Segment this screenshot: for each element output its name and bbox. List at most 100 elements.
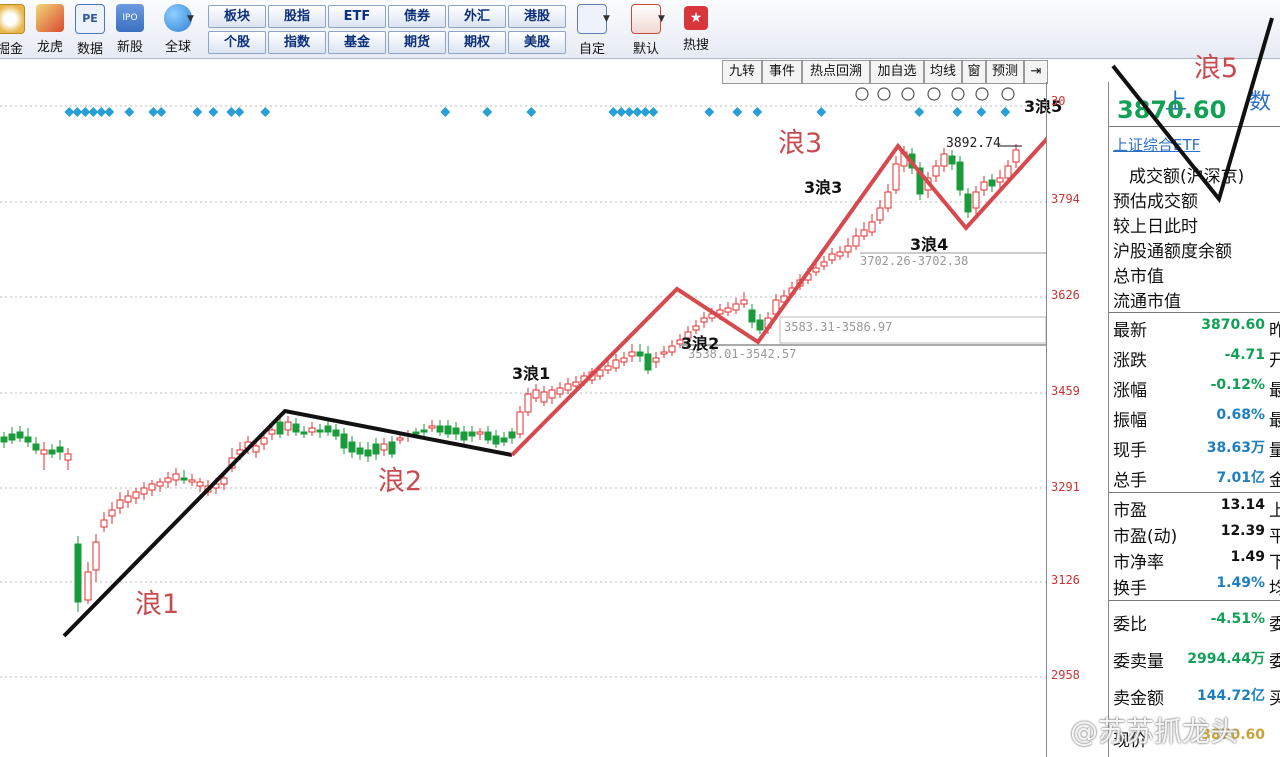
market-btn-options[interactable]: 期权 xyxy=(448,31,506,54)
candle-body xyxy=(444,425,452,435)
price-axis-label: 3291 xyxy=(1051,480,1080,494)
candle-body xyxy=(668,345,676,353)
signal-marker xyxy=(952,107,963,117)
candle-body xyxy=(148,483,156,491)
dragon-tiger-button[interactable]: 龙虎 xyxy=(30,3,70,55)
info-row: 预估成交额 xyxy=(1113,192,1198,212)
candle-body xyxy=(172,473,180,481)
signal-marker xyxy=(260,107,271,117)
candle-body xyxy=(996,177,1004,183)
price-axis-label: 3459 xyxy=(1051,384,1080,398)
tab-events[interactable]: 事件 xyxy=(762,60,802,84)
candle-body xyxy=(348,441,356,453)
globe-dropdown-icon[interactable]: ▼ xyxy=(187,14,194,24)
candle-body xyxy=(284,421,292,431)
market-btn-forex[interactable]: 外汇 xyxy=(448,5,506,28)
candle-body xyxy=(932,165,940,177)
chart-tool-icon xyxy=(877,87,891,101)
market-btn-bonds[interactable]: 债券 xyxy=(388,5,446,28)
candle-body xyxy=(836,251,844,257)
panel-title-right: 数 xyxy=(1249,90,1272,115)
tab-forecast[interactable]: 预测 xyxy=(986,60,1024,84)
default-dropdown-icon[interactable]: ▼ xyxy=(658,14,665,24)
signal-marker xyxy=(976,107,987,117)
candle-body xyxy=(460,431,468,441)
candle-body xyxy=(604,365,612,371)
zone-3 xyxy=(680,344,1046,346)
signal-marker xyxy=(648,107,659,117)
candle-body xyxy=(260,437,268,445)
candle-body xyxy=(24,436,32,443)
tab-nine-turns[interactable]: 九转 xyxy=(722,60,762,84)
globe-button[interactable]: 全球 xyxy=(156,3,200,55)
candle-body xyxy=(556,387,564,395)
candle-body xyxy=(700,317,708,323)
candle-body xyxy=(468,431,476,437)
market-btn-etf[interactable]: ETF xyxy=(328,5,386,28)
signal-marker xyxy=(816,107,827,117)
candle-body xyxy=(100,519,108,528)
quote-row: 现手38.63万量 xyxy=(1113,440,1280,461)
custom-button[interactable]: 自定 xyxy=(568,3,616,57)
hot-search-button[interactable]: ★ 热搜 xyxy=(674,3,718,55)
ipo-button[interactable]: IPO 新股 xyxy=(110,3,150,55)
tab-hotspot-review[interactable]: 热点回溯 xyxy=(802,60,870,84)
candle-body xyxy=(196,481,204,487)
chart-tool-icon xyxy=(855,87,869,101)
custom-dropdown-icon[interactable]: ▼ xyxy=(603,14,610,24)
market-btn-index-futures[interactable]: 股指 xyxy=(268,5,326,28)
tab-add-watchlist[interactable]: 加自选 xyxy=(870,60,924,84)
info-row: 总市值 xyxy=(1113,267,1164,287)
collapse-panel-icon[interactable]: ⇥ xyxy=(1024,60,1048,84)
candle-body xyxy=(812,267,820,273)
ipo-icon: IPO xyxy=(116,4,144,32)
wave-label-5: 浪5 xyxy=(1194,53,1239,84)
market-btn-indices[interactable]: 指数 xyxy=(268,31,326,54)
candle-body xyxy=(116,499,124,509)
market-btn-hk[interactable]: 港股 xyxy=(508,5,566,28)
market-btn-funds[interactable]: 基金 xyxy=(328,31,386,54)
price-axis-label: 3126 xyxy=(1051,573,1080,587)
market-btn-stocks[interactable]: 个股 xyxy=(208,31,266,54)
tab-window[interactable]: 窗 xyxy=(962,60,986,84)
candle-body xyxy=(340,433,348,449)
pe-data-button[interactable]: PE 数据 xyxy=(70,3,110,57)
candle-body xyxy=(644,353,652,371)
candle-body xyxy=(156,481,164,487)
candle-body xyxy=(56,446,64,453)
default-button[interactable]: 默认 xyxy=(622,3,670,57)
candle-body xyxy=(164,477,172,483)
signal-marker xyxy=(234,107,245,117)
wave-label-2: 浪2 xyxy=(378,466,423,497)
candle-body xyxy=(0,436,8,443)
chart-tool-icon xyxy=(975,87,989,101)
hot-search-icon: ★ xyxy=(684,6,708,30)
gold-dig-button[interactable]: 掘金 xyxy=(0,3,30,57)
chart-tool-icon xyxy=(1001,87,1015,101)
candle-body xyxy=(64,453,72,461)
price-axis-label: 3794 xyxy=(1051,192,1080,206)
kline-chart[interactable] xyxy=(0,82,1046,757)
signal-marker xyxy=(1000,107,1011,117)
candle-body xyxy=(276,421,284,435)
quote-row: 振幅0.68%最 xyxy=(1113,407,1280,431)
home-icon xyxy=(631,4,661,34)
signal-marker xyxy=(192,107,203,117)
candle-body xyxy=(980,181,988,191)
candlesticks xyxy=(0,144,1020,612)
candle-body xyxy=(108,509,116,517)
candle-body xyxy=(324,425,332,433)
candle-body xyxy=(428,425,436,429)
panel-etf-link[interactable]: 上证综合ETF xyxy=(1113,134,1200,155)
quote-panel: 上 数 3870.60 上证综合ETF 成交额(沪深京) 预估成交额 较上日此时… xyxy=(1108,82,1280,757)
candle-body xyxy=(84,571,92,601)
market-btn-sector[interactable]: 板块 xyxy=(208,5,266,28)
candle-body xyxy=(8,433,16,441)
candle-body xyxy=(268,429,276,435)
market-btn-futures[interactable]: 期货 xyxy=(388,31,446,54)
tab-moving-average[interactable]: 均线 xyxy=(924,60,962,84)
market-btn-us[interactable]: 美股 xyxy=(508,31,566,54)
candle-body xyxy=(652,357,660,363)
zone-label-2: 3583.31-3586.97 xyxy=(784,320,893,334)
candle-body xyxy=(188,479,196,483)
